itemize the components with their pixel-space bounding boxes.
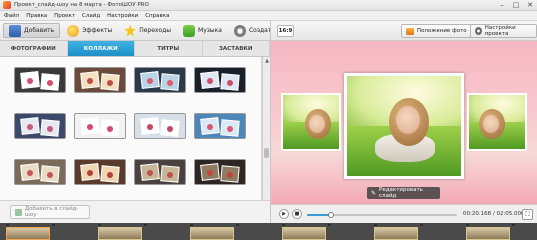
film-sprocket xyxy=(328,224,331,226)
maximize-button[interactable]: □ xyxy=(509,0,523,11)
edit-slide-button[interactable]: ✎ Редактировать слайд xyxy=(367,187,440,199)
play-button[interactable]: ▶ xyxy=(279,209,289,219)
collage-thumbnail[interactable] xyxy=(14,67,66,93)
collage-thumbnail[interactable] xyxy=(74,159,126,185)
aspect-ratio-button[interactable]: 16:9 xyxy=(277,25,294,37)
tab-intros[interactable]: ЗАСТАВКИ xyxy=(203,41,270,56)
add-button[interactable]: Добавить xyxy=(3,23,61,38)
collage-thumbnail[interactable] xyxy=(14,159,66,185)
preview-photo-main xyxy=(344,73,464,179)
transitions-button[interactable]: Переходы xyxy=(119,23,176,38)
timecode: 00:20.168 / 02:05.000 xyxy=(463,211,525,217)
collage-thumbnail[interactable] xyxy=(134,113,186,139)
timeline-slide[interactable] xyxy=(374,227,418,240)
window-controls: – □ ✕ xyxy=(495,0,537,11)
effects-button[interactable]: Эффекты xyxy=(62,23,117,38)
film-sprocket xyxy=(466,224,469,226)
music-button[interactable]: Музыка xyxy=(178,23,227,38)
collage-thumbnail[interactable] xyxy=(74,113,126,139)
menu-project[interactable]: Проект xyxy=(54,13,75,19)
film-sprocket xyxy=(236,224,239,226)
preview-photo-left xyxy=(281,93,341,151)
menu-help[interactable]: Справка xyxy=(145,13,169,19)
pencil-icon: ✎ xyxy=(371,189,377,197)
photo-position-icon xyxy=(406,27,414,35)
gallery-scrollbar[interactable]: ▲ xyxy=(262,57,270,200)
project-settings-button[interactable]: Настройки проекта xyxy=(470,24,537,38)
tab-photos[interactable]: ФОТОГРАФИИ xyxy=(0,41,68,56)
timeline-slide[interactable] xyxy=(466,227,510,240)
stop-button[interactable]: ■ xyxy=(292,209,302,219)
timeline-slide[interactable] xyxy=(282,227,326,240)
film-sprocket xyxy=(282,224,285,226)
photo-position-button[interactable]: Положение фото xyxy=(401,24,472,38)
film-sprocket xyxy=(374,224,377,226)
collage-thumbnail[interactable] xyxy=(14,113,66,139)
star-icon xyxy=(124,24,137,37)
film-sprocket xyxy=(512,224,515,226)
collage-thumbnail[interactable] xyxy=(194,113,246,139)
collage-thumbnail[interactable] xyxy=(194,67,246,93)
timeline-slide[interactable] xyxy=(98,227,142,240)
tab-titles[interactable]: ТИТРЫ xyxy=(135,41,203,56)
title-bar: Проект_слайд-шоу на 8 марта - ФотоШОУ PR… xyxy=(0,0,537,11)
add-label: Добавить xyxy=(24,27,55,34)
collage-thumbnail[interactable] xyxy=(74,67,126,93)
timeline-filmstrip xyxy=(0,223,537,240)
add-icon xyxy=(9,24,21,37)
effects-label: Эффекты xyxy=(82,27,113,34)
close-button[interactable]: ✕ xyxy=(523,0,537,11)
film-sprocket xyxy=(420,224,423,226)
film-sprocket xyxy=(190,224,193,226)
film-sprocket xyxy=(6,224,9,226)
app-logo-icon xyxy=(3,1,11,9)
disc-icon xyxy=(233,24,246,37)
seek-bar[interactable] xyxy=(307,212,457,218)
scrollbar-thumb[interactable] xyxy=(264,148,269,158)
menu-file[interactable]: Файл xyxy=(4,13,19,19)
collage-thumbnail[interactable] xyxy=(134,159,186,185)
add-to-slideshow-label: Добавить в слайд-шоу xyxy=(24,206,79,218)
transitions-label: Переходы xyxy=(139,27,172,34)
photo-position-label: Положение фото xyxy=(417,28,467,34)
seek-bar-handle[interactable] xyxy=(328,212,334,218)
preview-toolbar: 16:9 Положение фото Настройки проекта xyxy=(270,21,537,41)
add-slide-icon xyxy=(15,208,22,216)
project-settings-label: Настройки проекта xyxy=(484,25,516,37)
effects-icon xyxy=(67,24,80,37)
window-title: Проект_слайд-шоу на 8 марта - ФотоШОУ PR… xyxy=(14,2,149,8)
menu-edit[interactable]: Правка xyxy=(26,13,47,19)
fullscreen-button[interactable]: ⛶ xyxy=(522,209,533,220)
collage-gallery xyxy=(0,57,262,200)
main-toolbar: Добавить Эффекты Переходы Музыка Создать xyxy=(0,21,275,41)
tab-collages[interactable]: КОЛЛАЖИ xyxy=(67,41,135,56)
minimize-button[interactable]: – xyxy=(495,0,509,11)
add-to-slideshow-button[interactable]: Добавить в слайд-шоу xyxy=(10,205,90,219)
film-sprocket xyxy=(98,224,101,226)
timeline-slide[interactable] xyxy=(190,227,234,240)
music-icon xyxy=(183,24,196,37)
collage-thumbnail[interactable] xyxy=(134,67,186,93)
collage-thumbnail[interactable] xyxy=(194,159,246,185)
preview-photo-right xyxy=(467,93,527,151)
film-sprocket xyxy=(144,224,147,226)
menu-bar: Файл Правка Проект Слайд Настройки Справ… xyxy=(0,11,537,21)
slide-preview[interactable]: ✎ Редактировать слайд xyxy=(270,41,537,204)
edit-slide-label: Редактировать слайд xyxy=(379,187,423,199)
menu-settings[interactable]: Настройки xyxy=(107,13,138,19)
timeline-slide[interactable] xyxy=(6,227,50,240)
menu-slide[interactable]: Слайд xyxy=(82,13,100,19)
player-controls: ▶ ■ 00:20.168 / 02:05.000 ⛶ xyxy=(270,204,537,223)
settings-icon xyxy=(475,27,482,35)
film-sprocket xyxy=(52,224,55,226)
add-slide-area: Добавить в слайд-шоу xyxy=(0,200,270,223)
library-tabs: ФОТОГРАФИИ КОЛЛАЖИ ТИТРЫ ЗАСТАВКИ xyxy=(0,41,270,57)
music-label: Музыка xyxy=(198,27,222,34)
